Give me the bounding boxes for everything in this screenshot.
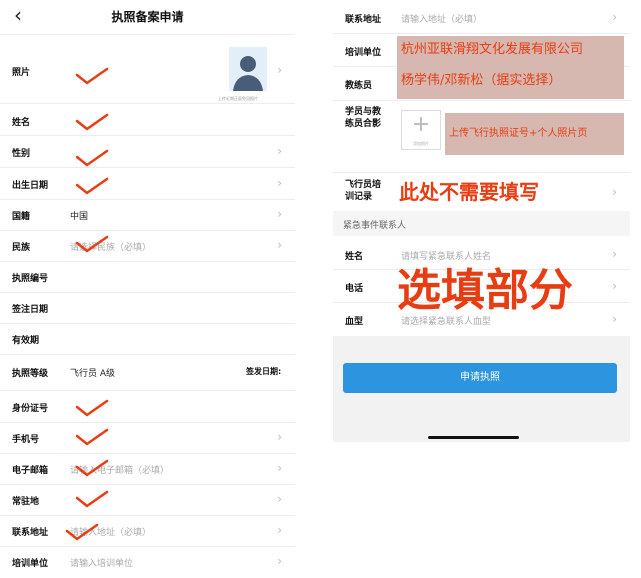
address-row[interactable]: 联系地址 请输入地址（必填） ›: [333, 0, 630, 34]
emergency-blood-label: 血型: [345, 317, 364, 327]
photo-hint: 上传近期正面免冠照片: [218, 96, 258, 101]
check-mark-icon: [75, 234, 109, 254]
nav-bar: ‹ 执照备案申请: [0, 0, 295, 35]
add-photo-button[interactable]: + 添加照片: [401, 110, 441, 150]
name-row[interactable]: 姓名: [0, 103, 295, 136]
chevron-right-icon: ›: [277, 523, 282, 537]
validity-row: 有效期: [0, 323, 295, 355]
name-label: 姓名: [12, 118, 31, 128]
chevron-right-icon: ›: [277, 554, 282, 568]
nationality-label: 国籍: [12, 212, 31, 222]
chevron-right-icon: ›: [277, 430, 282, 444]
check-mark-icon: [75, 427, 109, 447]
group-photo-label: 学员与教练员合影: [345, 107, 382, 129]
id-no-label: 身份证号: [12, 404, 49, 414]
chevron-right-icon: ›: [277, 144, 282, 158]
nationality-value: 中国: [70, 212, 89, 222]
validity-label: 有效期: [12, 336, 40, 346]
add-photo-caption: 添加照片: [413, 141, 429, 146]
chevron-right-icon: ›: [612, 10, 617, 24]
chevron-right-icon: ›: [277, 461, 282, 475]
chevron-right-icon: ›: [612, 279, 617, 293]
right-phone-screen: 联系地址 请输入地址（必填） › 培训单位 教练员 学员与教练员合影 + 添加照…: [333, 0, 630, 442]
chevron-right-icon: ›: [277, 207, 282, 221]
emergency-phone-label: 电话: [345, 284, 364, 294]
emergency-name-label: 姓名: [345, 252, 364, 262]
training-unit-label: 培训单位: [12, 559, 49, 569]
coach-annotation: 杨学伟/邓新松（据实选择）: [397, 63, 624, 99]
gender-label: 性别: [12, 149, 31, 159]
chevron-right-icon: ›: [612, 247, 617, 261]
phone-row[interactable]: 手机号 ›: [0, 422, 295, 454]
residence-label: 常驻地: [12, 497, 40, 507]
photo-row[interactable]: 照片 上传近期正面免冠照片 ›: [0, 35, 295, 104]
training-unit-annotation: 杭州亚联滑翔文化发展有限公司: [397, 36, 624, 63]
id-no-row[interactable]: 身份证号: [0, 390, 295, 423]
plus-icon: +: [411, 112, 431, 137]
birth-label: 出生日期: [12, 181, 49, 191]
avatar-placeholder[interactable]: [229, 47, 267, 91]
sign-date-row: 签注日期: [0, 292, 295, 324]
coach-label: 教练员: [345, 81, 373, 91]
phone-label: 手机号: [12, 435, 40, 445]
submit-button[interactable]: 申请执照: [343, 363, 617, 393]
chevron-right-icon: ›: [277, 238, 282, 252]
training-unit-row[interactable]: 培训单位 请输入培训单位 ›: [0, 546, 295, 578]
license-no-label: 执照编号: [12, 274, 49, 284]
license-level-row: 执照等级 飞行员 A级 签发日期:: [0, 354, 295, 391]
emergency-section-title: 紧急事件联系人: [343, 221, 407, 231]
address-row[interactable]: 联系地址 请输入地址（必填） ›: [0, 515, 295, 547]
training-unit-placeholder: 请输入培训单位: [70, 559, 134, 569]
group-photo-annotation: 上传飞行执照证号+个人照片页: [445, 113, 624, 155]
birth-row[interactable]: 出生日期 ›: [0, 167, 295, 200]
training-record-label: 飞行员培训记录: [345, 180, 382, 202]
ethnicity-row[interactable]: 民族 请选择民族（必填） ›: [0, 230, 295, 262]
check-mark-icon: [75, 458, 109, 478]
check-mark-icon: [75, 176, 109, 196]
residence-row[interactable]: 常驻地 ›: [0, 484, 295, 516]
page-title: 执照备案申请: [111, 10, 184, 24]
address-label: 联系地址: [345, 15, 382, 25]
sign-date-label: 签注日期: [12, 305, 49, 315]
address-label: 联系地址: [12, 528, 49, 538]
email-row[interactable]: 电子邮箱 请输入电子邮箱（必填） ›: [0, 453, 295, 485]
license-no-row: 执照编号: [0, 261, 295, 293]
issue-date-label: 签发日期:: [246, 367, 282, 376]
training-record-annotation: 此处不需要填写: [399, 180, 539, 204]
photo-label: 照片: [12, 68, 31, 78]
address-placeholder: 请输入地址（必填）: [401, 15, 483, 25]
check-mark-icon: [75, 148, 109, 168]
left-phone-screen: ‹ 执照备案申请 照片 上传近期正面免冠照片 › 姓名 性别 › 出生日期 › …: [0, 0, 295, 578]
license-level-value: 飞行员 A级: [70, 369, 116, 379]
check-mark-icon: [75, 489, 109, 509]
chevron-right-icon: ›: [612, 312, 617, 326]
gender-row[interactable]: 性别 ›: [0, 135, 295, 168]
check-mark-icon: [65, 522, 99, 542]
chevron-right-icon: ›: [277, 492, 282, 506]
email-label: 电子邮箱: [12, 466, 49, 476]
nationality-row[interactable]: 国籍 中国 ›: [0, 199, 295, 231]
check-mark-icon: [75, 66, 109, 86]
emergency-section-header: 紧急事件联系人: [333, 211, 630, 236]
optional-section-annotation: 选填部分: [397, 265, 573, 316]
check-mark-icon: [75, 398, 109, 418]
chevron-right-icon: ›: [612, 185, 617, 199]
chevron-right-icon: ›: [277, 63, 282, 77]
chevron-right-icon: ›: [277, 176, 282, 190]
home-indicator: [428, 436, 519, 439]
ethnicity-label: 民族: [12, 243, 31, 253]
training-unit-label: 培训单位: [345, 48, 382, 58]
check-mark-icon: [75, 112, 109, 132]
license-level-label: 执照等级: [12, 369, 49, 379]
